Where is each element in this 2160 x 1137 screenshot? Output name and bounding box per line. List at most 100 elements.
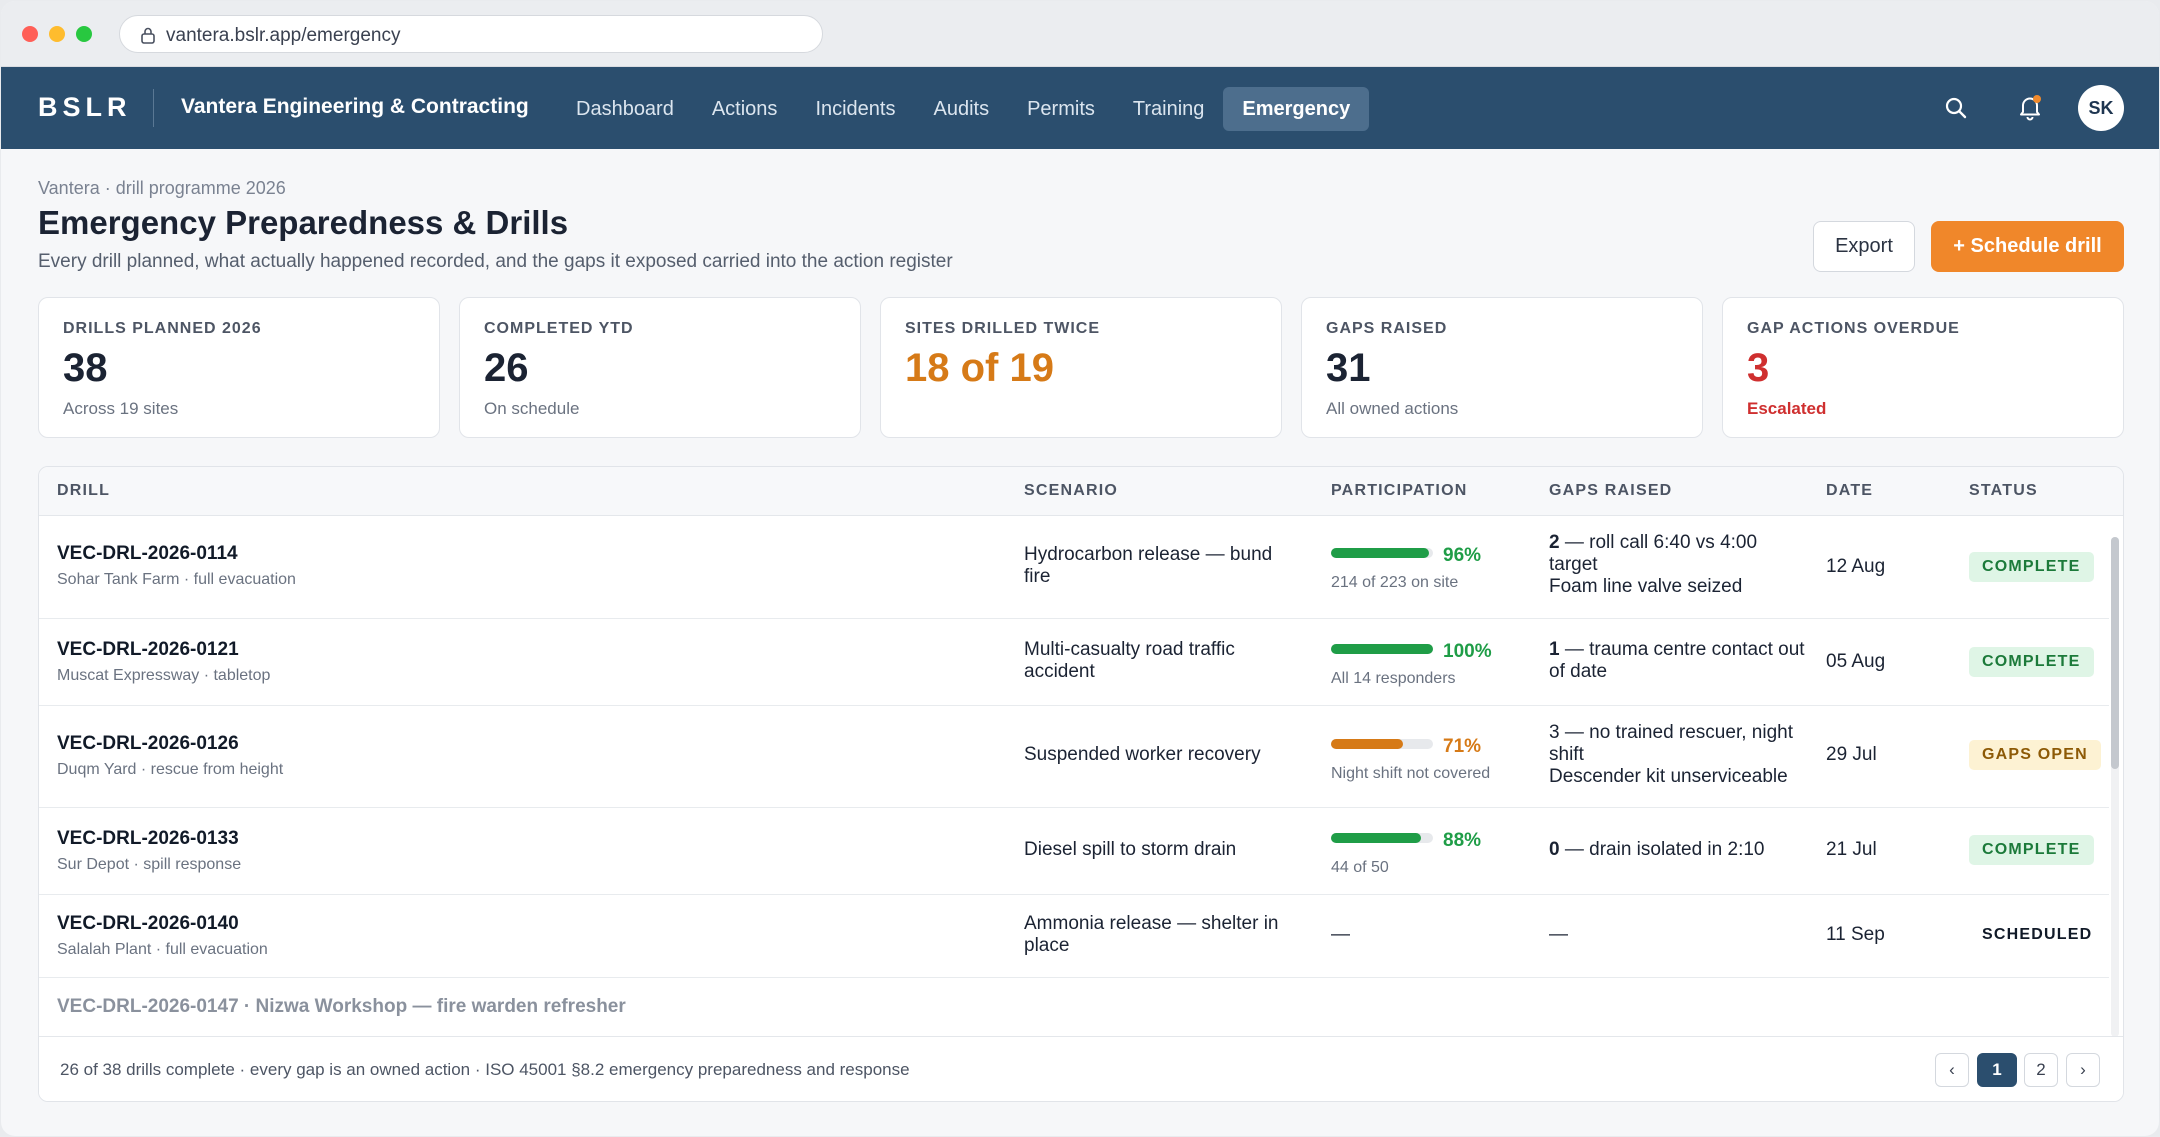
participation-cell: —	[1331, 924, 1350, 945]
brand-logo[interactable]: BSLR	[38, 92, 132, 123]
date-cell: 29 Jul	[1826, 744, 1877, 765]
kpi-note: All owned actions	[1326, 399, 1459, 418]
user-avatar[interactable]: SK	[2078, 85, 2124, 131]
pagination-prev-button[interactable]: ‹	[1935, 1053, 1969, 1087]
scenario-cell: Suspended worker recovery	[1024, 744, 1261, 765]
gaps-text-secondary: Descender kit unserviceable	[1549, 766, 1788, 787]
nav-item-actions[interactable]: Actions	[693, 87, 797, 131]
browser-window: vantera.bslr.app/emergency BSLR Vantera …	[1, 1, 2159, 1136]
participation-note: All 14 responders	[1331, 670, 1456, 687]
gaps-count: 1	[1549, 639, 1560, 660]
column-header-gaps-raised[interactable]: Gaps raised	[1549, 482, 1672, 500]
gaps-cell: 0 — drain isolated in 2:10	[1549, 839, 1809, 861]
kpi-card-gap-actions-overdue: Gap actions overdue 3 Escalated	[1722, 297, 2124, 438]
drill-cell: VEC-DRL-2026-0126 Duqm Yard · rescue fro…	[57, 733, 283, 780]
nav-item-dashboard[interactable]: Dashboard	[557, 87, 693, 131]
column-header-date[interactable]: Date	[1826, 482, 1873, 500]
status-badge: COMPLETE	[1969, 552, 2094, 582]
participation-bar: 88%	[1331, 830, 1481, 851]
participation-bar: 71%	[1331, 736, 1481, 757]
schedule-drill-button[interactable]: + Schedule drill	[1931, 221, 2124, 272]
scenario-cell: Hydrocarbon release — bund fire	[1024, 544, 1273, 587]
lock-icon	[141, 27, 155, 44]
drill-cell: VEC-DRL-2026-0114 Sohar Tank Farm · full…	[57, 543, 296, 590]
column-header-scenario[interactable]: Scenario	[1024, 482, 1118, 500]
kpi-label: Sites drilled twice	[905, 320, 1100, 337]
kpi-value: 26	[484, 346, 529, 390]
kpi-note: On schedule	[484, 399, 580, 418]
close-window-button[interactable]	[22, 26, 38, 42]
drill-id[interactable]: VEC-DRL-2026-0121	[57, 639, 270, 661]
gaps-count: 0	[1549, 839, 1560, 860]
export-button[interactable]: Export	[1813, 221, 1915, 272]
breadcrumb[interactable]: Vantera · drill programme 2026	[38, 178, 286, 199]
url-path: /emergency	[301, 25, 401, 46]
gaps-text-secondary: Foam line valve seized	[1549, 576, 1743, 597]
participation-cell: 96% 214 of 223 on site	[1331, 542, 1531, 594]
drill-id[interactable]: VEC-DRL-2026-0126	[57, 733, 283, 755]
kpi-value: 38	[63, 346, 108, 390]
status-cell: GAPS OPEN	[1969, 740, 2101, 770]
kpi-note: Escalated	[1747, 399, 1827, 418]
column-header-status[interactable]: Status	[1969, 482, 2038, 500]
nav-item-audits[interactable]: Audits	[915, 87, 1009, 131]
participation-note: 214 of 223 on site	[1331, 574, 1459, 591]
participation-percent: 100%	[1443, 640, 1492, 662]
nav-menu: Dashboard Actions Incidents Audits Permi…	[557, 87, 1370, 131]
company-name: Vantera Engineering & Contracting	[181, 95, 529, 118]
pagination-page-1[interactable]: 1	[1977, 1053, 2017, 1087]
table-row[interactable]: VEC-DRL-2026-0133 Sur Depot · spill resp…	[39, 808, 2109, 895]
app-navbar: BSLR Vantera Engineering & Contracting D…	[1, 67, 2159, 149]
kpi-label: Gaps raised	[1326, 320, 1448, 337]
status-cell: SCHEDULED	[1969, 920, 2105, 950]
maximize-window-button[interactable]	[76, 26, 92, 42]
drill-id[interactable]: VEC-DRL-2026-0140	[57, 913, 268, 935]
table-row[interactable]: VEC-DRL-2026-0114 Sohar Tank Farm · full…	[39, 516, 2109, 619]
table-scrollbar-thumb[interactable]	[2111, 537, 2119, 769]
participation-bar: 96%	[1331, 545, 1481, 566]
table-row-partial[interactable]: VEC-DRL-2026-0147 · Nizwa Workshop — fir…	[57, 996, 626, 1018]
participation-cell: 100% All 14 responders	[1331, 638, 1531, 690]
drill-id[interactable]: VEC-DRL-2026-0133	[57, 828, 241, 850]
gaps-count: 2	[1549, 532, 1560, 553]
date-cell: 11 Sep	[1826, 924, 1885, 945]
drill-cell: VEC-DRL-2026-0121 Muscat Expressway · ta…	[57, 639, 270, 686]
gaps-text: — drain isolated in 2:10	[1559, 839, 1765, 860]
table-row[interactable]: VEC-DRL-2026-0121 Muscat Expressway · ta…	[39, 619, 2109, 706]
drills-table: Drill Scenario Participation Gaps raised…	[38, 466, 2124, 1102]
gaps-text: — roll call 6:40 vs 4:00 target	[1549, 532, 1758, 575]
gaps-text: — trauma centre contact out of date	[1549, 639, 1805, 682]
nav-item-permits[interactable]: Permits	[1008, 87, 1114, 131]
search-icon[interactable]	[1943, 95, 1969, 121]
kpi-label: Completed YTD	[484, 320, 634, 337]
date-cell: 12 Aug	[1826, 556, 1886, 577]
kpi-card-drills-planned: Drills planned 2026 38 Across 19 sites	[38, 297, 440, 438]
drill-id[interactable]: VEC-DRL-2026-0114	[57, 543, 296, 565]
status-cell: COMPLETE	[1969, 835, 2094, 865]
table-row[interactable]: VEC-DRL-2026-0140 Salalah Plant · full e…	[39, 895, 2109, 978]
footer-summary: 26 of 38 drills complete · every gap is …	[60, 1060, 910, 1079]
participation-note: 44 of 50	[1331, 859, 1389, 876]
participation-cell: 71% Night shift not covered	[1331, 733, 1531, 785]
nav-item-incidents[interactable]: Incidents	[796, 87, 914, 131]
minimize-window-button[interactable]	[49, 26, 65, 42]
page-title: Emergency Preparedness & Drills	[38, 204, 569, 241]
drill-site: Sur Depot · spill response	[57, 856, 242, 873]
participation-bar-fill	[1331, 547, 1429, 558]
column-header-drill[interactable]: Drill	[57, 482, 110, 500]
url-host: vantera.bslr.app	[166, 25, 302, 46]
pagination-page-2[interactable]: 2	[2024, 1053, 2058, 1087]
kpi-note: Across 19 sites	[63, 399, 179, 418]
nav-item-emergency[interactable]: Emergency	[1223, 87, 1370, 131]
scenario-cell: Multi-casualty road traffic accident	[1024, 639, 1235, 682]
status-badge: COMPLETE	[1969, 647, 2094, 677]
participation-note: Night shift not covered	[1331, 765, 1491, 782]
nav-item-training[interactable]: Training	[1114, 87, 1224, 131]
column-header-participation[interactable]: Participation	[1331, 482, 1467, 500]
scenario-cell: Diesel spill to storm drain	[1024, 839, 1237, 860]
pagination-next-button[interactable]: ›	[2066, 1053, 2100, 1087]
address-bar[interactable]: vantera.bslr.app/emergency	[119, 15, 823, 53]
table-row[interactable]: VEC-DRL-2026-0126 Duqm Yard · rescue fro…	[39, 706, 2109, 808]
participation-bar: 100%	[1331, 641, 1492, 662]
kpi-value: 31	[1326, 346, 1371, 390]
